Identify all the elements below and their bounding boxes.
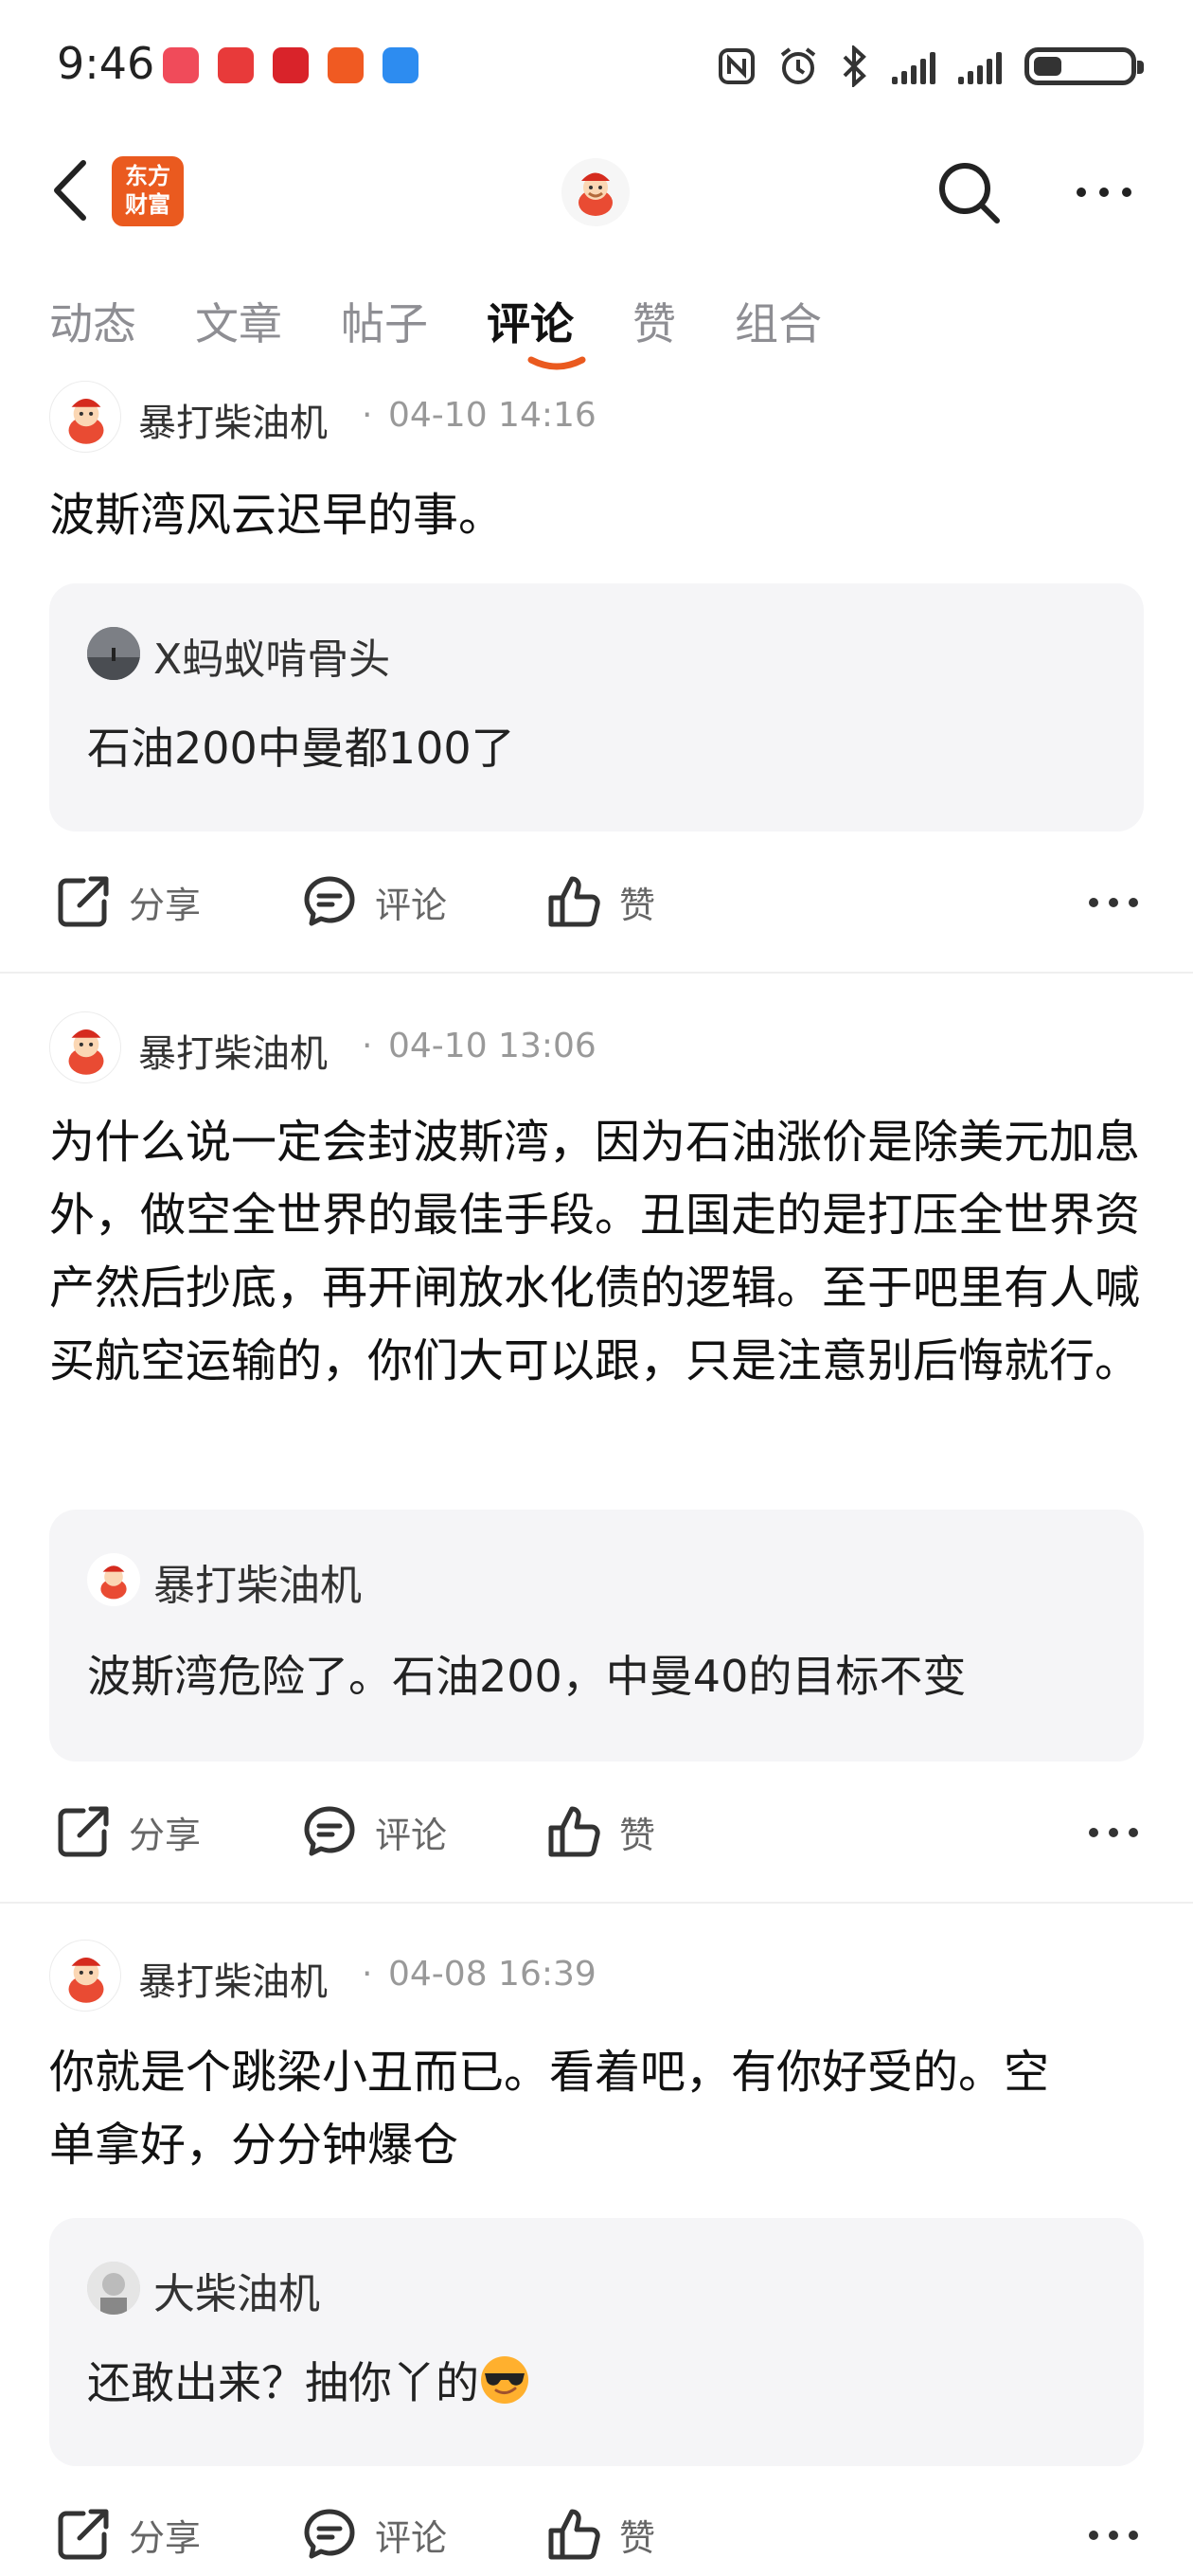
comment-icon	[304, 2509, 355, 2559]
quoted-text: 还敢出来？抽你丫的	[87, 2349, 530, 2411]
comment-label: 评论	[375, 2516, 448, 2559]
brand-logo-text: 财富	[125, 191, 170, 218]
search-icon[interactable]	[935, 159, 1002, 225]
quoted-author-name: 大柴油机	[153, 2270, 320, 2318]
app-notification-icon	[383, 47, 418, 83]
quoted-text: 波斯湾危险了。石油200，中曼40的目标不变	[87, 1651, 967, 1702]
divider	[0, 1902, 1193, 1904]
comment-label: 评论	[375, 884, 448, 926]
author-avatar[interactable]	[49, 381, 121, 453]
tab-likes[interactable]: 赞	[632, 290, 676, 352]
author-name[interactable]: 暴打柴油机	[138, 1951, 328, 2006]
author-name[interactable]: 暴打柴油机	[138, 392, 328, 447]
app-notification-icon	[163, 47, 199, 83]
signal-icon	[958, 48, 1002, 84]
quoted-author-avatar	[87, 627, 140, 680]
battery-icon	[1024, 47, 1144, 85]
quoted-author-avatar	[87, 1553, 140, 1606]
divider	[0, 972, 1193, 974]
comment-label: 评论	[375, 1814, 448, 1856]
thumbs-up-icon	[548, 876, 600, 927]
nfc-icon	[719, 48, 755, 84]
meta-separator: ·	[362, 1027, 373, 1065]
tab-articles[interactable]: 文章	[195, 290, 282, 352]
profile-tabs: 动态 文章 帖子 评论 赞 组合	[49, 290, 881, 352]
share-button[interactable]: 分享	[55, 873, 201, 930]
share-button[interactable]: 分享	[55, 2506, 201, 2563]
meta-separator: ·	[362, 1955, 373, 1994]
share-icon	[58, 1806, 109, 1857]
like-label: 赞	[619, 1814, 656, 1856]
author-avatar[interactable]	[49, 1940, 121, 2012]
bluetooth-icon	[843, 45, 866, 87]
quoted-post[interactable]: 暴打柴油机 波斯湾危险了。石油200，中曼40的目标不变	[49, 1510, 1144, 1762]
share-label: 分享	[129, 2516, 202, 2559]
share-label: 分享	[129, 1814, 202, 1856]
quoted-post[interactable]: 大柴油机 还敢出来？抽你丫的	[49, 2218, 1144, 2466]
app-notification-icon	[328, 47, 364, 83]
more-icon[interactable]	[1087, 2529, 1140, 2542]
alarm-icon	[780, 47, 816, 84]
share-icon	[58, 876, 109, 927]
system-status-icons	[718, 38, 1144, 95]
user-avatar-icon[interactable]	[561, 157, 631, 227]
thumbs-up-icon	[548, 2509, 600, 2560]
tab-comments[interactable]: 评论	[487, 290, 574, 352]
comment-text[interactable]: 波斯湾风云迟早的事。	[49, 479, 1148, 552]
back-icon[interactable]	[49, 159, 91, 222]
brand-logo-text: 东方	[125, 163, 170, 189]
sunglasses-emoji-icon	[481, 2356, 528, 2404]
comment-icon	[304, 1806, 355, 1856]
quoted-author-avatar	[87, 2262, 140, 2315]
status-time: 9:46	[57, 38, 155, 89]
post-time: 04-08 16:39	[388, 1955, 596, 1994]
more-icon[interactable]	[1087, 896, 1140, 909]
share-label: 分享	[129, 884, 202, 926]
author-avatar[interactable]	[49, 1011, 121, 1083]
tab-posts[interactable]: 帖子	[341, 290, 428, 352]
brand-logo[interactable]: 东方 财富	[112, 156, 184, 226]
like-label: 赞	[619, 884, 656, 926]
comment-button[interactable]: 评论	[301, 1803, 447, 1860]
author-name[interactable]: 暴打柴油机	[138, 1023, 328, 1078]
like-label: 赞	[619, 2516, 656, 2559]
like-button[interactable]: 赞	[545, 873, 655, 930]
active-tab-indicator	[527, 356, 586, 370]
tab-dongtai[interactable]: 动态	[49, 290, 136, 352]
more-icon[interactable]	[1087, 1826, 1140, 1839]
post-time: 04-10 14:16	[388, 396, 596, 435]
post-time: 04-10 13:06	[388, 1027, 596, 1065]
comment-text[interactable]: 为什么说一定会封波斯湾，因为石油涨价是除美元加息外，做空全世界的最佳手段。丑国走…	[49, 1106, 1148, 1398]
quoted-post[interactable]: X蚂蚁啃骨头 石油200中曼都100了	[49, 583, 1144, 832]
tab-portfolio[interactable]: 组合	[735, 290, 822, 352]
comment-button[interactable]: 评论	[301, 2506, 447, 2563]
like-button[interactable]: 赞	[545, 1803, 655, 1860]
comment-button[interactable]: 评论	[301, 873, 447, 930]
quoted-author-name: 暴打柴油机	[153, 1562, 362, 1610]
comment-icon	[304, 876, 355, 926]
quoted-text: 石油200中曼都100了	[87, 723, 515, 774]
like-button[interactable]: 赞	[545, 2506, 655, 2563]
app-notification-icon	[218, 47, 254, 83]
thumbs-up-icon	[548, 1806, 600, 1857]
meta-separator: ·	[362, 396, 373, 435]
quoted-text-content: 还敢出来？抽你丫的	[87, 2357, 479, 2408]
more-options-icon[interactable]	[1074, 178, 1134, 206]
comment-text[interactable]: 你就是个跳梁小丑而已。看着吧，有你好受的。空单拿好，分分钟爆仓	[49, 2036, 1072, 2182]
share-icon	[58, 2509, 109, 2560]
signal-icon	[892, 48, 935, 84]
quoted-author-name: X蚂蚁啃骨头	[153, 635, 391, 684]
app-notification-icon	[273, 47, 309, 83]
share-button[interactable]: 分享	[55, 1803, 201, 1860]
